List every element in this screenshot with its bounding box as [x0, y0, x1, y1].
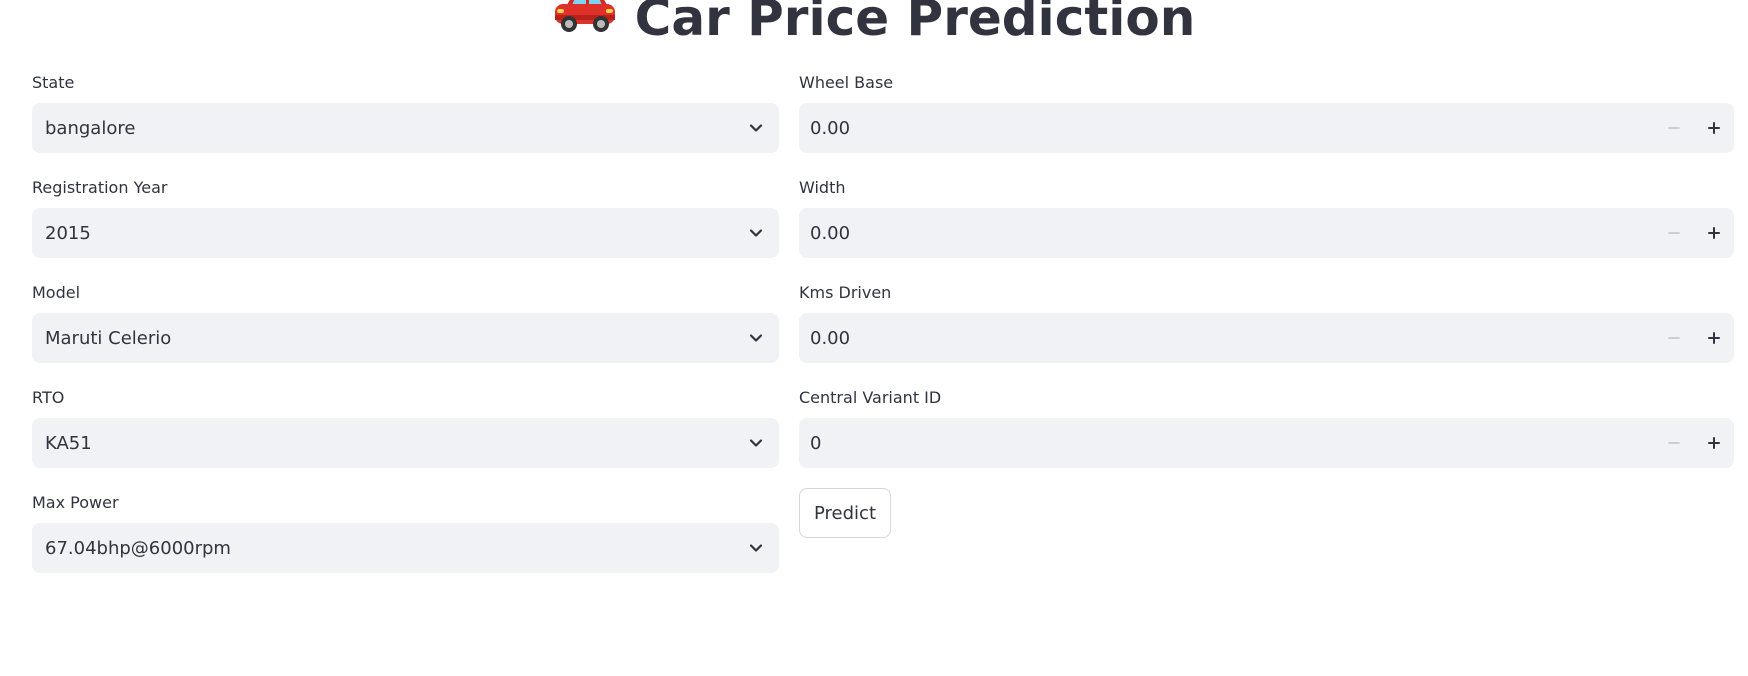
kms-driven-input[interactable]: [799, 313, 1612, 363]
central-variant-id-input[interactable]: [799, 418, 1612, 468]
central-variant-id-decrement-button[interactable]: [1654, 418, 1694, 468]
chevron-down-icon: [749, 334, 763, 342]
rto-label: RTO: [32, 388, 65, 407]
minus-icon: [1668, 337, 1680, 339]
state-label: State: [32, 73, 75, 92]
width-label: Width: [799, 178, 846, 197]
kms-driven-increment-button[interactable]: [1694, 313, 1734, 363]
kms-driven-number-box: [799, 313, 1734, 363]
kms-driven-decrement-button[interactable]: [1654, 313, 1694, 363]
minus-icon: [1668, 442, 1680, 444]
central-variant-id-increment-button[interactable]: [1694, 418, 1734, 468]
max-power-field: Max Power 67.04bhp@6000rpm: [32, 492, 779, 597]
wheel-base-number-box: [799, 103, 1734, 153]
central-variant-id-number-box: [799, 418, 1734, 468]
model-field: Model Maruti Celerio: [32, 282, 779, 387]
wheel-base-increment-button[interactable]: [1694, 103, 1734, 153]
wheel-base-input[interactable]: [799, 103, 1612, 153]
right-column: Wheel Base Width: [799, 72, 1734, 538]
max-power-label: Max Power: [32, 493, 119, 512]
central-variant-id-label: Central Variant ID: [799, 388, 942, 407]
wheel-base-label: Wheel Base: [799, 73, 894, 92]
rto-select[interactable]: KA51: [32, 418, 779, 468]
model-label: Model: [32, 283, 81, 302]
app-page: Car Price Prediction State bangalore Reg…: [0, 0, 1748, 676]
plus-icon: [1708, 227, 1720, 239]
width-field: Width: [799, 177, 1734, 282]
kms-driven-label: Kms Driven: [799, 283, 892, 302]
state-field: State bangalore: [32, 72, 779, 177]
max-power-select-value: 67.04bhp@6000rpm: [45, 537, 231, 559]
registration-year-select[interactable]: 2015: [32, 208, 779, 258]
wheel-base-field: Wheel Base: [799, 72, 1734, 177]
width-number-box: [799, 208, 1734, 258]
car-emoji-icon: [553, 0, 617, 54]
chevron-down-icon: [749, 124, 763, 132]
model-select[interactable]: Maruti Celerio: [32, 313, 779, 363]
chevron-down-icon: [749, 439, 763, 447]
plus-icon: [1708, 122, 1720, 134]
chevron-down-icon: [749, 544, 763, 552]
registration-year-field: Registration Year 2015: [32, 177, 779, 282]
predict-button[interactable]: Predict: [799, 488, 891, 538]
max-power-select[interactable]: 67.04bhp@6000rpm: [32, 523, 779, 573]
width-increment-button[interactable]: [1694, 208, 1734, 258]
registration-year-select-value: 2015: [45, 222, 91, 244]
registration-year-label: Registration Year: [32, 178, 168, 197]
wheel-base-decrement-button[interactable]: [1654, 103, 1694, 153]
kms-driven-field: Kms Driven: [799, 282, 1734, 387]
rto-field: RTO KA51: [32, 387, 779, 492]
state-select[interactable]: bangalore: [32, 103, 779, 153]
central-variant-id-field: Central Variant ID: [799, 387, 1734, 492]
page-title-text: Car Price Prediction: [634, 0, 1196, 47]
plus-icon: [1708, 332, 1720, 344]
state-select-value: bangalore: [45, 117, 136, 139]
width-input[interactable]: [799, 208, 1612, 258]
minus-icon: [1668, 232, 1680, 234]
rto-select-value: KA51: [45, 432, 92, 454]
plus-icon: [1708, 437, 1720, 449]
chevron-down-icon: [749, 229, 763, 237]
left-column: State bangalore Registration Year 2015 M…: [32, 72, 779, 597]
minus-icon: [1668, 127, 1680, 129]
page-title: Car Price Prediction: [0, 0, 1748, 58]
width-decrement-button[interactable]: [1654, 208, 1694, 258]
model-select-value: Maruti Celerio: [45, 327, 172, 349]
